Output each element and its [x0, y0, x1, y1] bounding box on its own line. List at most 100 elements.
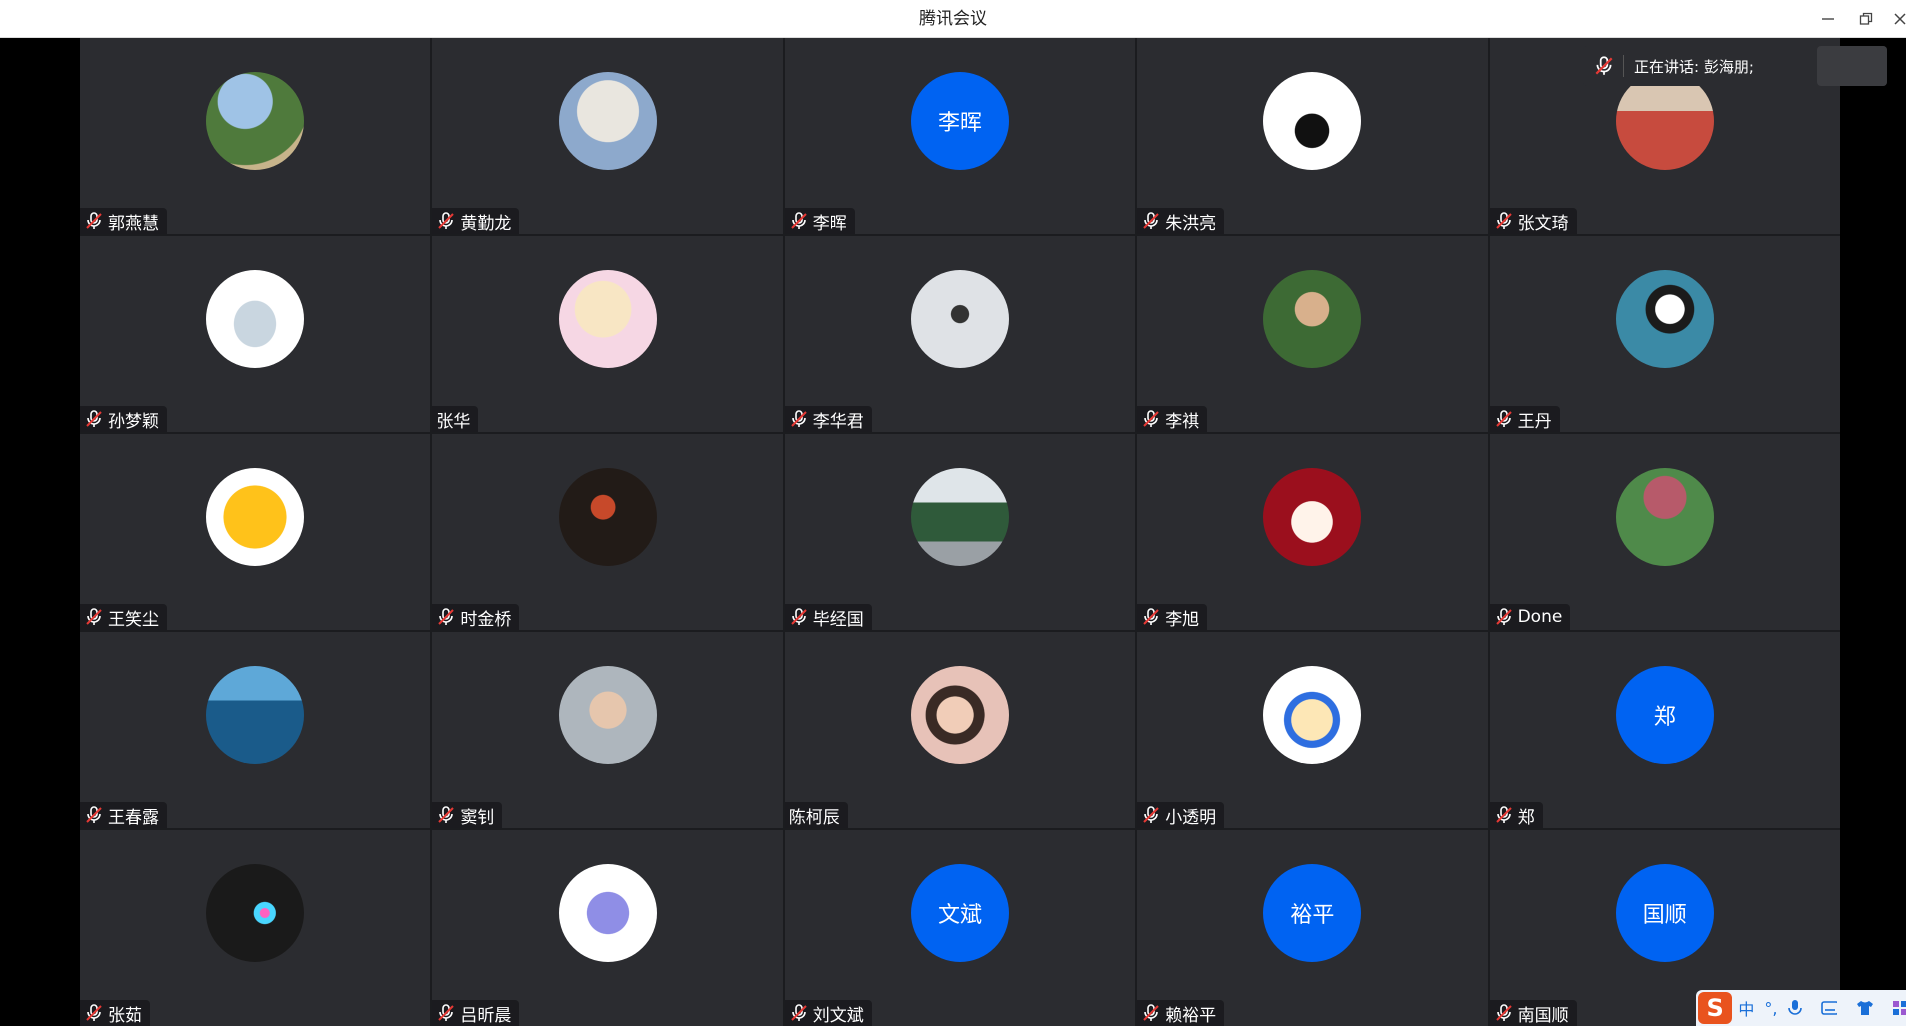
participant-tile[interactable]: 吕昕晨	[432, 830, 783, 1026]
muted-mic-icon	[1143, 806, 1159, 823]
participant-avatar	[1263, 72, 1362, 170]
ime-toolbar: S 中 °,	[1696, 990, 1906, 1026]
keyboard-icon[interactable]	[1821, 1000, 1838, 1016]
participant-nametag: 窦钊	[432, 802, 503, 828]
muted-mic-icon	[1143, 608, 1159, 625]
muted-mic-icon	[1143, 212, 1159, 229]
participant-avatar: 裕平	[1263, 864, 1362, 962]
meeting-stage: 郭燕慧黄勤龙 李晖 李晖朱洪亮 张文琦孙梦颖 张华 李华君 李祺 王丹王笑尘 时金桥 毕经国 李旭 D…	[0, 38, 1906, 1026]
participant-avatar: 文斌	[910, 864, 1009, 962]
participant-nametag: 王笑尘	[80, 604, 167, 630]
shirt-icon[interactable]	[1856, 1000, 1873, 1016]
participant-nametag: 张茹	[80, 1000, 150, 1026]
participant-tile[interactable]: 李祺	[1137, 236, 1488, 432]
sogou-logo[interactable]: S	[1698, 992, 1733, 1024]
participant-name: Done	[1517, 607, 1563, 627]
ime-punctuation-toggle[interactable]: °,	[1764, 999, 1777, 1018]
participant-tile[interactable]: 李晖 李晖	[784, 38, 1136, 234]
muted-mic-icon	[791, 1004, 807, 1021]
participant-tile[interactable]: 小透明	[1137, 632, 1488, 828]
muted-mic-icon	[1143, 1004, 1159, 1021]
banner-collapse-button[interactable]	[1817, 46, 1887, 86]
participant-name: 刘文斌	[812, 1005, 864, 1026]
participant-name: 王丹	[1517, 411, 1552, 432]
participant-name: 王笑尘	[108, 609, 159, 630]
muted-mic-icon	[438, 212, 455, 229]
muted-mic-icon	[791, 410, 807, 427]
participant-avatar	[558, 468, 657, 566]
participant-name: 郑	[1517, 807, 1535, 828]
participant-tile[interactable]: 郑郑	[1489, 632, 1840, 828]
participant-tile[interactable]: 张华	[432, 236, 783, 432]
participant-avatar	[206, 666, 305, 764]
muted-mic-icon	[1595, 56, 1613, 75]
muted-mic-icon	[1143, 410, 1159, 427]
participant-tile[interactable]: 文斌刘文斌	[784, 830, 1136, 1026]
participant-name: 黄勤龙	[460, 213, 512, 234]
participant-tile[interactable]: 王丹	[1489, 236, 1840, 432]
participant-name: 孙梦颖	[108, 411, 159, 432]
muted-mic-icon	[791, 212, 807, 229]
muted-mic-icon	[86, 212, 102, 229]
restore-icon	[1859, 12, 1873, 25]
participant-tile[interactable]: 李华君	[784, 236, 1136, 432]
participant-nametag: 南国顺	[1489, 1000, 1577, 1026]
participant-name: 南国顺	[1517, 1005, 1569, 1026]
muted-mic-icon	[1495, 806, 1512, 823]
muted-mic-icon	[438, 1004, 455, 1021]
participant-avatar	[1263, 270, 1362, 368]
participant-avatar	[1615, 270, 1714, 368]
participant-name: 赖裕平	[1165, 1005, 1217, 1026]
participant-tile[interactable]: 裕平赖裕平	[1137, 830, 1488, 1026]
participant-avatar	[558, 864, 657, 962]
participant-avatar	[558, 72, 657, 170]
minimize-button[interactable]	[1808, 0, 1848, 38]
participant-tile[interactable]: 张茹	[80, 830, 431, 1026]
participant-nametag: 李祺	[1137, 406, 1208, 432]
participant-avatar	[558, 270, 657, 368]
participant-name: 张茹	[108, 1005, 142, 1026]
muted-mic-icon	[1495, 410, 1512, 427]
grid-icon[interactable]	[1892, 1000, 1906, 1016]
muted-mic-icon	[86, 1004, 102, 1021]
participant-tile[interactable]: 王笑尘	[80, 434, 431, 630]
participant-nametag: 张文琦	[1489, 208, 1577, 234]
speaking-indicator: 正在讲话: 彭海朋;	[1583, 46, 1887, 86]
participant-tile[interactable]: 朱洪亮	[1137, 38, 1488, 234]
participant-tile[interactable]: Done	[1489, 434, 1840, 630]
participant-name: 陈柯辰	[788, 807, 840, 828]
participant-name: 窦钊	[460, 807, 495, 828]
participant-name: 朱洪亮	[1165, 213, 1217, 234]
muted-mic-icon	[791, 608, 807, 625]
participant-tile[interactable]: 郭燕慧	[80, 38, 431, 234]
participant-avatar	[910, 468, 1009, 566]
participant-tile[interactable]: 陈柯辰	[784, 632, 1136, 828]
participant-nametag: 赖裕平	[1137, 1000, 1225, 1026]
participant-nametag: 黄勤龙	[432, 208, 520, 234]
ime-language-toggle[interactable]: 中	[1738, 996, 1754, 1020]
participant-tile[interactable]: 孙梦颖	[80, 236, 431, 432]
participant-tile[interactable]: 窦钊	[432, 632, 783, 828]
participant-nametag: 王丹	[1489, 406, 1560, 432]
participant-tile[interactable]: 王春露	[80, 632, 431, 828]
muted-mic-icon	[86, 410, 102, 427]
participant-avatar: 郑	[1615, 666, 1714, 764]
participant-avatar	[206, 864, 305, 962]
muted-mic-icon	[1495, 212, 1512, 229]
participant-avatar	[206, 72, 305, 170]
muted-mic-icon	[86, 806, 102, 823]
close-button[interactable]	[1880, 0, 1906, 38]
window-titlebar: 腾讯会议	[0, 0, 1906, 38]
participant-tile[interactable]: 李旭	[1137, 434, 1488, 630]
participant-tile[interactable]: 毕经国	[784, 434, 1136, 630]
participant-tile[interactable]: 黄勤龙	[432, 38, 783, 234]
participant-avatar	[910, 666, 1009, 764]
participant-avatar	[1615, 468, 1714, 566]
minimize-icon	[1822, 18, 1834, 20]
participant-tile[interactable]: 时金桥	[432, 434, 783, 630]
participant-name: 王春露	[108, 807, 159, 828]
participant-nametag: 吕昕晨	[432, 1000, 520, 1026]
participant-nametag: 张华	[432, 406, 479, 432]
mic-icon[interactable]	[1787, 999, 1802, 1017]
participant-avatar	[1263, 666, 1362, 764]
